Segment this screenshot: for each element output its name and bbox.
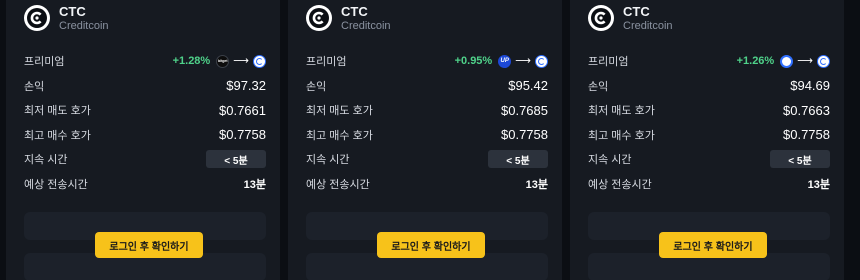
duration-badge: < 5분 bbox=[206, 150, 266, 168]
profit-label: 손익 bbox=[306, 78, 326, 94]
login-to-view-button[interactable]: 로그인 후 확인하기 bbox=[377, 232, 485, 258]
premium-label: 프리미엄 bbox=[588, 53, 628, 69]
card-header: CTC Creditcoin bbox=[306, 2, 391, 34]
transfer-time-label: 예상 전송시간 bbox=[588, 176, 652, 192]
coin-symbol: CTC bbox=[341, 4, 391, 19]
transfer-time-label: 예상 전송시간 bbox=[24, 176, 88, 192]
premium-label: 프리미엄 bbox=[306, 53, 346, 69]
lowest-ask-value: $0.7685 bbox=[501, 103, 548, 118]
arbitrage-card-list: CTC Creditcoin 프리미엄 +1.28% bitget ⟶ 손익 $… bbox=[0, 0, 860, 280]
profit-label: 손익 bbox=[24, 78, 44, 94]
coin-name: Creditcoin bbox=[341, 19, 391, 33]
arbitrage-card: CTC Creditcoin 프리미엄 +1.28% bitget ⟶ 손익 $… bbox=[6, 0, 280, 280]
profit-value: $94.69 bbox=[790, 78, 830, 93]
coin-name: Creditcoin bbox=[59, 19, 109, 33]
lowest-ask-label: 최저 매도 호가 bbox=[588, 102, 655, 118]
coin-symbol: CTC bbox=[623, 4, 673, 19]
duration-badge: < 5분 bbox=[770, 150, 830, 168]
arbitrage-card: CTC Creditcoin 프리미엄 +0.95% UP ⟶ 손익 $95.4… bbox=[288, 0, 562, 280]
premium-row: 프리미엄 +1.28% bitget ⟶ bbox=[24, 49, 266, 74]
highest-bid-label: 최고 매수 호가 bbox=[588, 127, 655, 143]
transfer-time-value: 13분 bbox=[526, 176, 548, 192]
duration-row: 지속 시간 < 5분 bbox=[588, 147, 830, 172]
lowest-ask-row: 최저 매도 호가 $0.7663 bbox=[588, 98, 830, 123]
card-details: 프리미엄 +0.95% UP ⟶ 손익 $95.42 최저 매도 호가 $0.7… bbox=[306, 49, 548, 196]
highest-bid-row: 최고 매수 호가 $0.7758 bbox=[306, 123, 548, 148]
transfer-time-row: 예상 전송시간 13분 bbox=[588, 172, 830, 197]
transfer-time-label: 예상 전송시간 bbox=[306, 176, 370, 192]
creditcoin-logo-icon bbox=[588, 5, 614, 31]
profit-row: 손익 $94.69 bbox=[588, 74, 830, 99]
highest-bid-value: $0.7758 bbox=[219, 127, 266, 142]
duration-label: 지속 시간 bbox=[588, 151, 632, 167]
profit-label: 손익 bbox=[588, 78, 608, 94]
highest-bid-row: 최고 매수 호가 $0.7758 bbox=[24, 123, 266, 148]
arrow-right-icon: ⟶ bbox=[797, 56, 813, 67]
creditcoin-logo-icon bbox=[24, 5, 50, 31]
coinone-icon bbox=[253, 55, 266, 68]
highest-bid-value: $0.7758 bbox=[501, 127, 548, 142]
coinone-icon bbox=[535, 55, 548, 68]
card-header: CTC Creditcoin bbox=[588, 2, 673, 34]
premium-value: +0.95% bbox=[455, 55, 493, 67]
duration-row: 지속 시간 < 5분 bbox=[24, 147, 266, 172]
highest-bid-row: 최고 매수 호가 $0.7758 bbox=[588, 123, 830, 148]
duration-row: 지속 시간 < 5분 bbox=[306, 147, 548, 172]
profit-value: $95.42 bbox=[508, 78, 548, 93]
highest-bid-value: $0.7758 bbox=[783, 127, 830, 142]
lowest-ask-value: $0.7663 bbox=[783, 103, 830, 118]
transfer-time-row: 예상 전송시간 13분 bbox=[306, 172, 548, 197]
duration-badge: < 5분 bbox=[488, 150, 548, 168]
profit-value: $97.32 bbox=[226, 78, 266, 93]
login-to-view-button[interactable]: 로그인 후 확인하기 bbox=[659, 232, 767, 258]
premium-label: 프리미엄 bbox=[24, 53, 64, 69]
profit-row: 손익 $95.42 bbox=[306, 74, 548, 99]
lowest-ask-label: 최저 매도 호가 bbox=[24, 102, 91, 118]
creditcoin-logo-icon bbox=[306, 5, 332, 31]
lowest-ask-row: 최저 매도 호가 $0.7685 bbox=[306, 98, 548, 123]
bitget-icon: bitget bbox=[216, 55, 229, 68]
arbitrage-card: CTC Creditcoin 프리미엄 +1.26% ⟶ 손익 $94.69 최… bbox=[570, 0, 844, 280]
coin-name: Creditcoin bbox=[623, 19, 673, 33]
arrow-right-icon: ⟶ bbox=[233, 56, 249, 67]
premium-value: +1.28% bbox=[173, 55, 211, 67]
transfer-time-row: 예상 전송시간 13분 bbox=[24, 172, 266, 197]
upbit-icon: UP bbox=[498, 55, 511, 68]
card-details: 프리미엄 +1.26% ⟶ 손익 $94.69 최저 매도 호가 $0.7663… bbox=[588, 49, 830, 196]
coin-symbol: CTC bbox=[59, 4, 109, 19]
lowest-ask-value: $0.7661 bbox=[219, 103, 266, 118]
login-to-view-button[interactable]: 로그인 후 확인하기 bbox=[95, 232, 203, 258]
lowest-ask-row: 최저 매도 호가 $0.7661 bbox=[24, 98, 266, 123]
lowest-ask-label: 최저 매도 호가 bbox=[306, 102, 373, 118]
transfer-time-value: 13분 bbox=[244, 176, 266, 192]
duration-label: 지속 시간 bbox=[24, 151, 68, 167]
coinone-icon bbox=[817, 55, 830, 68]
transfer-time-value: 13분 bbox=[808, 176, 830, 192]
card-header: CTC Creditcoin bbox=[24, 2, 109, 34]
card-details: 프리미엄 +1.28% bitget ⟶ 손익 $97.32 최저 매도 호가 … bbox=[24, 49, 266, 196]
highest-bid-label: 최고 매수 호가 bbox=[306, 127, 373, 143]
duration-label: 지속 시간 bbox=[306, 151, 350, 167]
profit-row: 손익 $97.32 bbox=[24, 74, 266, 99]
coinone-icon bbox=[780, 55, 793, 68]
premium-row: 프리미엄 +1.26% ⟶ bbox=[588, 49, 830, 74]
highest-bid-label: 최고 매수 호가 bbox=[24, 127, 91, 143]
premium-row: 프리미엄 +0.95% UP ⟶ bbox=[306, 49, 548, 74]
arrow-right-icon: ⟶ bbox=[515, 56, 531, 67]
premium-value: +1.26% bbox=[737, 55, 775, 67]
